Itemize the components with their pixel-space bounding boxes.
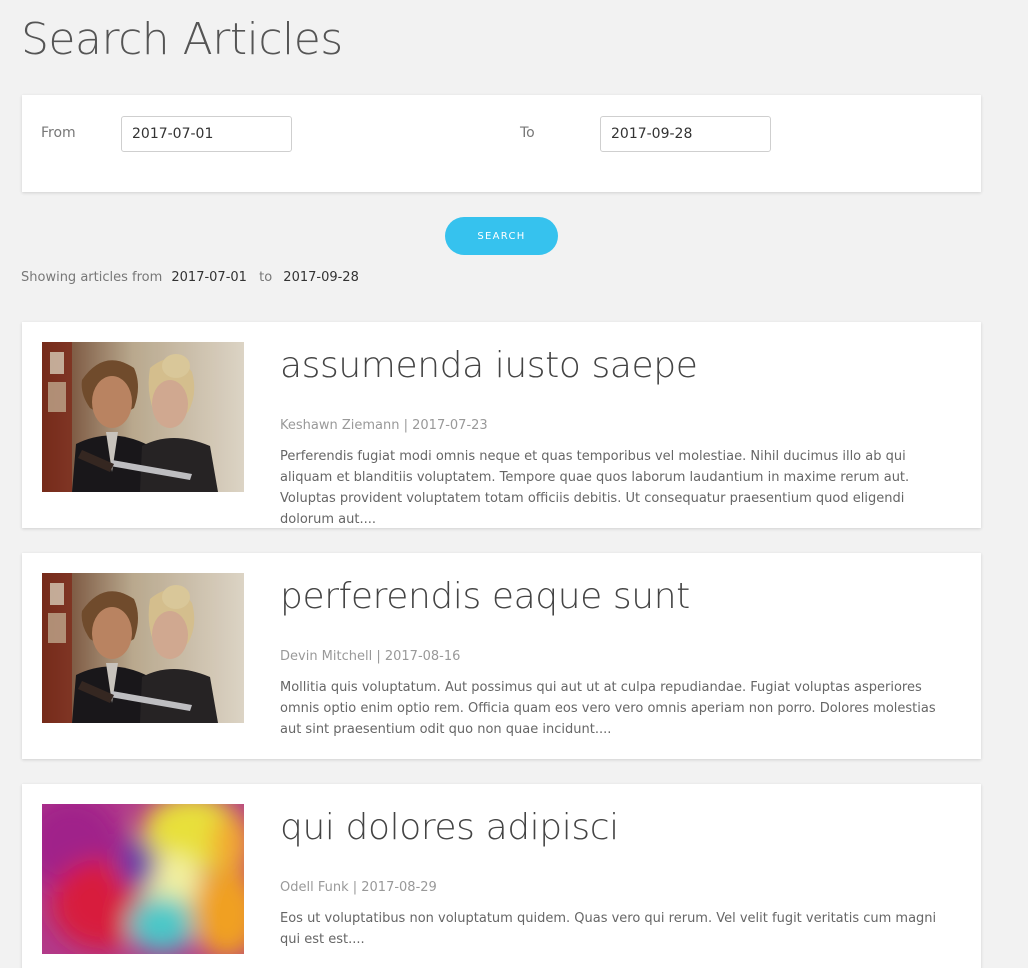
page-title: Search Articles: [21, 14, 343, 65]
to-label: To: [520, 125, 535, 141]
article-card: perferendis eaque sunt Devin Mitchell | …: [22, 553, 981, 759]
article-excerpt: Eos ut voluptatibus non voluptatum quide…: [280, 911, 937, 947]
article-card: assumenda iusto saepe Keshawn Ziemann | …: [22, 322, 981, 528]
from-date-input[interactable]: [121, 116, 292, 152]
to-date-input[interactable]: [600, 116, 771, 152]
results-summary-prefix: Showing articles from: [21, 270, 163, 285]
article-thumbnail[interactable]: [42, 804, 244, 954]
results-summary-to-date: 2017-09-28: [283, 270, 359, 285]
couple-with-knife-photo: [42, 342, 244, 492]
date-filter-panel: From To: [22, 95, 981, 192]
search-button[interactable]: SEARCH: [445, 217, 558, 255]
page: Search Articles From To SEARCH Showing a…: [0, 0, 1028, 968]
from-label: From: [41, 125, 76, 141]
article-meta: Keshawn Ziemann | 2017-07-23: [280, 418, 488, 433]
article-excerpt: Mollitia quis voluptatum. Aut possimus q…: [280, 680, 936, 737]
couple-with-knife-photo: [42, 573, 244, 723]
article-card: qui dolores adipisci Odell Funk | 2017-0…: [22, 784, 981, 968]
article-meta: Devin Mitchell | 2017-08-16: [280, 649, 461, 664]
article-thumbnail[interactable]: [42, 342, 244, 492]
article-meta: Odell Funk | 2017-08-29: [280, 880, 437, 895]
article-title[interactable]: assumenda iusto saepe: [280, 342, 698, 390]
article-excerpt: Perferendis fugiat modi omnis neque et q…: [280, 449, 910, 527]
results-summary-to-word: to: [259, 270, 273, 285]
results-summary-from-date: 2017-07-01: [171, 270, 247, 285]
article-title[interactable]: perferendis eaque sunt: [280, 573, 690, 621]
abstract-colorful-blur: [42, 804, 244, 954]
results-summary: Showing articles from 2017-07-01 to 2017…: [21, 270, 365, 285]
article-thumbnail[interactable]: [42, 573, 244, 723]
article-title[interactable]: qui dolores adipisci: [280, 804, 619, 852]
